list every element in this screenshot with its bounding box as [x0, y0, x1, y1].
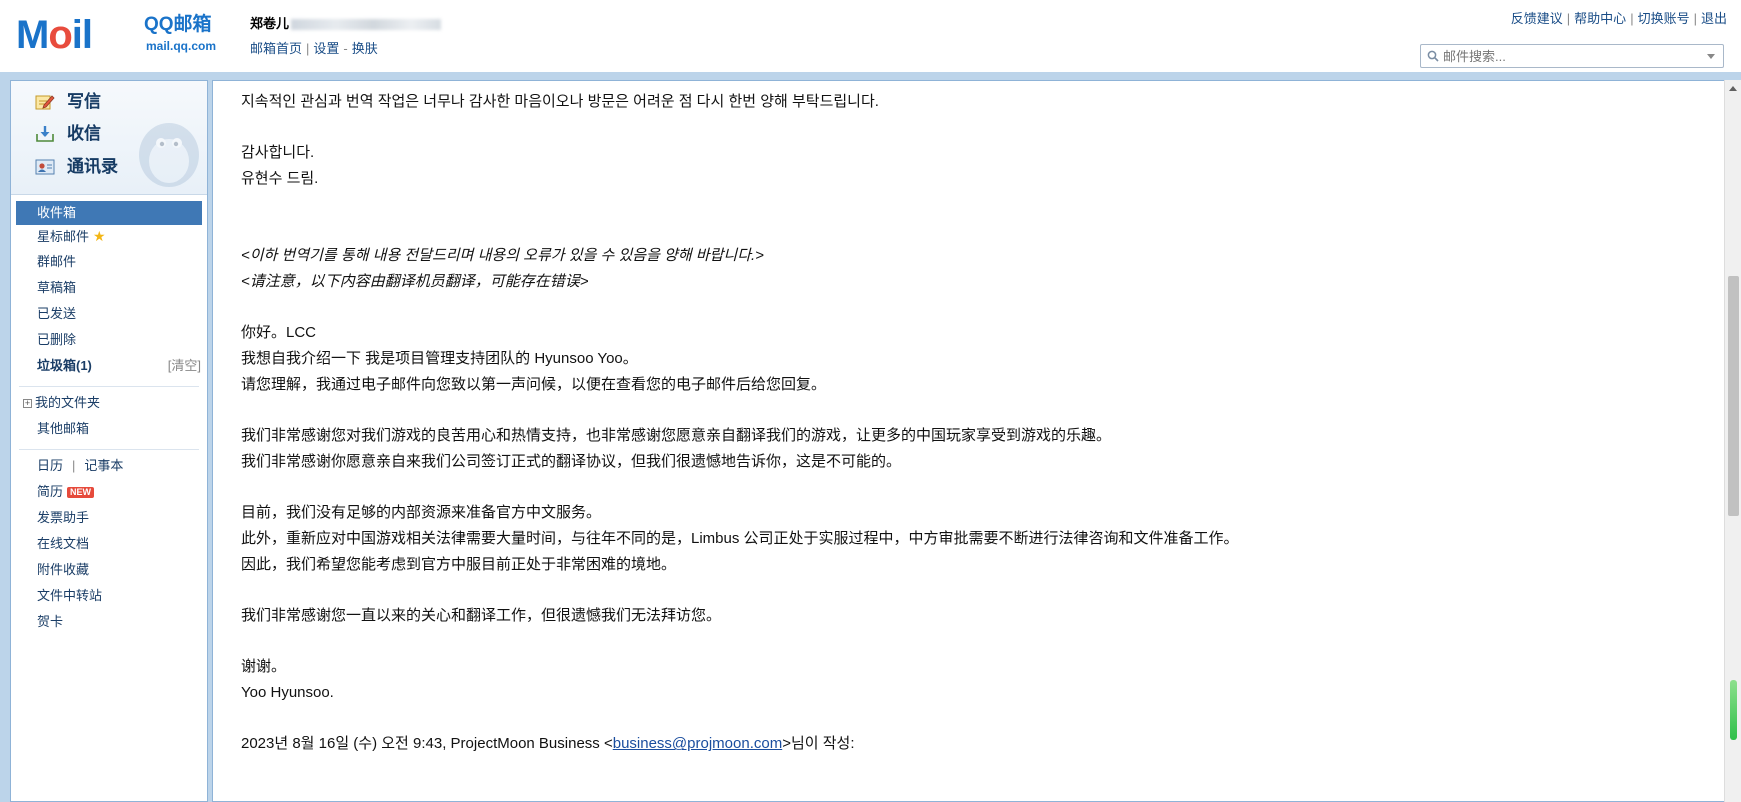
folder-group-mail[interactable]: 群邮件: [11, 251, 207, 277]
mail-line: [241, 192, 1681, 218]
folder-list: 收件箱 星标邮件 ★ 群邮件 草稿箱 已发送 已删除 垃圾箱(1) [清空] + 我的…: [11, 195, 207, 637]
mail-line: 지속적인 관심과 번역 작업은 너무나 감사한 마음이오나 방문은 어려운 점 …: [241, 93, 879, 110]
compose-label: 写信: [67, 92, 101, 111]
mail-line: 我们非常感谢您一直以来的关心和翻译工作，但很遗憾我们无法拜访您。: [241, 606, 722, 624]
folder-inbox[interactable]: 收件箱: [16, 201, 202, 225]
link-mail-home[interactable]: 邮箱首页: [250, 41, 302, 56]
contacts-label: 通讯录: [67, 157, 118, 176]
mail-line: 감사합니다.: [241, 144, 315, 162]
sidebar: 写信 收信 通讯录 收件箱 星标邮件 ★ 群邮件 草稿箱 已发送 已删除 垃圾箱(…: [10, 80, 208, 802]
link-skin[interactable]: 换肤: [352, 41, 378, 56]
scroll-indicator: [1730, 680, 1737, 740]
tool-greeting-card[interactable]: 贺卡: [11, 611, 207, 637]
user-name: 郑卷儿: [250, 16, 290, 31]
divider: [19, 449, 199, 450]
mail-line: [241, 474, 1681, 500]
user-email-redacted: [291, 19, 442, 31]
folder-starred[interactable]: 星标邮件 ★: [11, 225, 207, 251]
new-badge: NEW: [67, 487, 95, 499]
expand-plus-icon[interactable]: +: [23, 399, 32, 409]
search-dropdown-icon[interactable]: [1707, 54, 1715, 59]
penguin-mascot-icon: [139, 123, 199, 187]
top-links: 反馈建议 | 帮助中心 | 切换账号 | 退出: [1510, 11, 1727, 26]
link-feedback[interactable]: 反馈建议: [1511, 11, 1563, 26]
receive-label: 收信: [67, 124, 101, 143]
mail-line: 此外，重新应对中国游戏相关法律需要大量时间，与往年不同的是，Limbus 公司正…: [241, 529, 1239, 547]
pencil-icon: [35, 95, 55, 110]
mail-line: 我们非常感谢你愿意亲自来我们公司签订正式的翻译协议，但我们很遗憾地告诉你，这是不…: [241, 452, 902, 470]
folder-spam[interactable]: 垃圾箱(1) [清空]: [11, 355, 207, 381]
star-icon: ★: [93, 228, 106, 244]
mail-body: 지속적인 관심과 번역 작업은 너무나 감사한 마음이오나 방문은 어려운 점 …: [241, 89, 1681, 757]
mail-line: [241, 217, 1681, 243]
scroll-thumb[interactable]: [1728, 276, 1739, 516]
divider: [19, 386, 199, 387]
link-calendar[interactable]: 日历: [37, 458, 63, 473]
mail-line: 因此，我们希望您能考虑到官方中服目前正处于非常困难的境地。: [241, 555, 677, 573]
tool-invoice[interactable]: 发票助手: [11, 507, 207, 533]
user-info: 郑卷儿 邮箱首页 | 设置 - 换肤: [250, 13, 442, 57]
user-links: 邮箱首页 | 设置 - 换肤: [250, 41, 378, 56]
mail-line: 谢谢。: [241, 658, 287, 676]
mail-line: 我想自我介绍一下 我是项目管理支持团队的 Hyunsoo Yoo。: [241, 349, 638, 367]
mail-line: 유현수 드림.: [241, 170, 319, 188]
mail-line: <请注意，以下内容由翻译机员翻译，可能存在错误>: [241, 272, 589, 290]
qq-mail-logo[interactable]: Moil QQ邮箱 mail.qq.com: [16, 12, 226, 58]
search-icon: [1427, 50, 1439, 62]
mail-line: [241, 577, 1681, 603]
mail-content: 지속적인 관심과 번역 작업은 너무나 감사한 마음이오나 방문은 어려운 점 …: [212, 80, 1725, 802]
mail-line: 你好。LCC: [241, 324, 317, 342]
mail-line: [241, 706, 1681, 732]
logo-brand: QQ邮箱: [144, 14, 212, 35]
mail-line: 我们非常感谢您对我们游戏的良苦用心和热情支持，也非常感谢您愿意亲自翻译我们的游戏…: [241, 427, 1112, 445]
tools-calendar-notes: 日历 | 记事本: [37, 458, 124, 473]
tool-attachments[interactable]: 附件收藏: [11, 559, 207, 585]
inbox-download-icon: [36, 126, 54, 142]
logo-domain: mail.qq.com: [146, 39, 217, 53]
quote-email-link[interactable]: business@projmoon.com: [613, 735, 782, 752]
folder-deleted[interactable]: 已删除: [11, 329, 207, 355]
scroll-up-arrow-icon[interactable]: [1725, 80, 1741, 97]
mail-line: 目前，我们没有足够的内部资源来准备官方中文服务。: [241, 504, 602, 522]
link-settings[interactable]: 设置: [313, 41, 339, 56]
mail-line: [241, 397, 1681, 423]
contacts-icon: [35, 159, 55, 175]
mail-line: [241, 629, 1681, 655]
folder-sent[interactable]: 已发送: [11, 303, 207, 329]
mail-line: [241, 115, 1681, 141]
folder-drafts[interactable]: 草稿箱: [11, 277, 207, 303]
tool-resume[interactable]: 简历 NEW: [11, 481, 207, 507]
link-switch-account[interactable]: 切换账号: [1638, 11, 1690, 26]
folder-other-mailboxes[interactable]: 其他邮箱: [11, 418, 207, 444]
quote-header: 2023년 8월 16일 (수) 오전 9:43, ProjectMoon Bu…: [241, 735, 855, 753]
tool-file-transfer[interactable]: 文件中转站: [11, 585, 207, 611]
mail-search[interactable]: [1420, 44, 1724, 68]
header: Moil QQ邮箱 mail.qq.com 郑卷儿 邮箱首页 | 设置 - 换肤 反馈建…: [0, 0, 1741, 72]
tool-online-docs[interactable]: 在线文档: [11, 533, 207, 559]
link-notepad[interactable]: 记事本: [84, 458, 123, 473]
search-input[interactable]: [1443, 48, 1693, 64]
folder-my-folders[interactable]: + 我的文件夹: [11, 392, 207, 418]
mail-line: <이하 번역기를 통해 내용 전달드리며 내용의 오류가 있을 수 있음을 양해…: [241, 247, 764, 265]
main-frame: 写信 收信 通讯录 收件箱 星标邮件 ★ 群邮件 草稿箱 已发送 已删除 垃圾箱(…: [0, 72, 1741, 802]
mail-line: Yoo Hyunsoo.: [241, 684, 334, 702]
link-logout[interactable]: 退出: [1701, 11, 1727, 26]
clear-spam-link[interactable]: [清空]: [168, 355, 201, 377]
mail-line: 请您理解，我通过电子邮件向您致以第一声问候，以便在查看您的电子邮件后给您回复。: [241, 375, 827, 393]
logo-mark: Moil: [16, 13, 93, 57]
quick-actions: 写信 收信 通讯录: [11, 81, 207, 195]
mail-line: [241, 295, 1681, 321]
link-help[interactable]: 帮助中心: [1574, 11, 1626, 26]
page-scrollbar[interactable]: [1724, 80, 1741, 802]
